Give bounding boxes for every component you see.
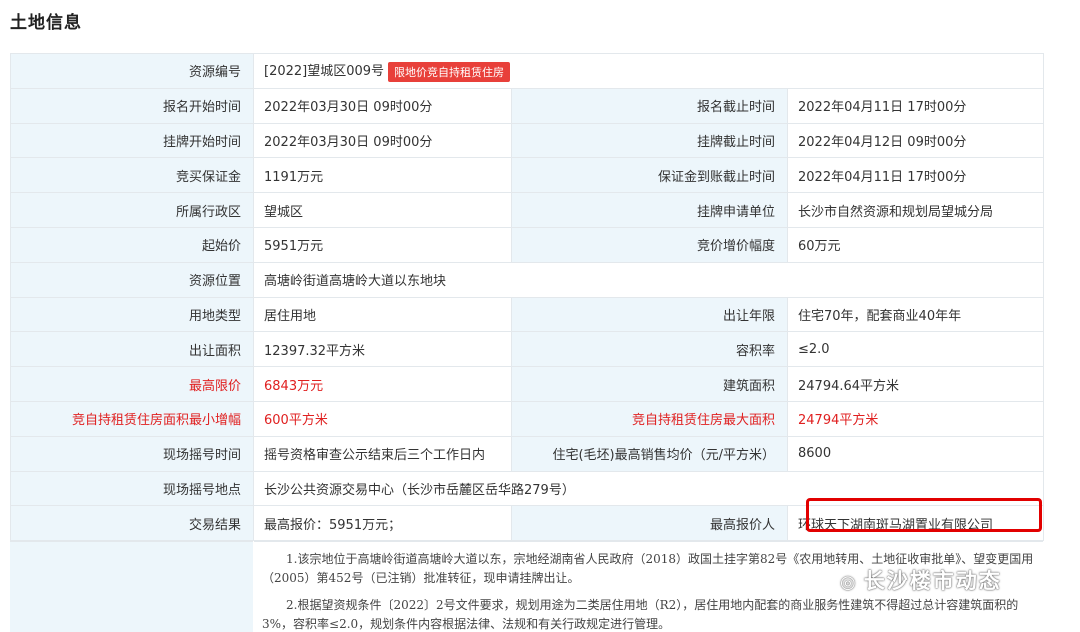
location-label: 资源位置: [10, 261, 254, 298]
field-label: 所属行政区: [10, 192, 254, 228]
table-row: 资源编号 [2022]望城区009号 限地价竞自持租赁住房: [10, 53, 1045, 89]
lottery-place-label: 现场摇号地点: [10, 470, 254, 507]
table-row: 现场摇号地点 长沙公共资源交易中心（长沙市岳麓区岳华路279号）: [10, 470, 1045, 507]
winner-label: 最高报价人: [511, 505, 788, 542]
field-label: 竞买保证金: [10, 157, 254, 194]
rental-min-increment-value: 600平方米: [253, 400, 512, 437]
result-value: 最高报价：5951万元；: [253, 505, 512, 542]
land-type-badge: 限地价竞自持租赁住房: [388, 61, 511, 82]
rental-max-area-label: 竞自持租赁住房最大面积: [511, 400, 788, 437]
field-value: 24794.64平方米: [786, 366, 1045, 402]
field-label: 保证金到账截止时间: [511, 157, 788, 194]
watermark-text: 长沙楼市动态: [863, 569, 1002, 593]
field-value: 5951万元: [253, 226, 512, 263]
resource-id-label: 资源编号: [10, 53, 254, 89]
field-label: 挂牌申请单位: [511, 192, 788, 228]
field-value: 12397.32平方米: [253, 331, 512, 368]
result-label: 交易结果: [10, 505, 254, 542]
field-label: 现场摇号时间: [10, 435, 254, 472]
field-value: 8600: [786, 435, 1045, 472]
field-value: 2022年03月30日 09时00分: [253, 87, 512, 124]
max-price-value: 6843万元: [253, 366, 512, 402]
land-info-table: 资源编号 [2022]望城区009号 限地价竞自持租赁住房 报名开始时间 2022…: [10, 53, 1045, 542]
field-label: 建筑面积: [511, 366, 788, 402]
winner-value: 环球天下湖南斑马湖置业有限公司: [786, 505, 1045, 542]
page-title: 土地信息: [10, 13, 82, 33]
field-label: 出让面积: [10, 331, 254, 368]
table-row: 竞买保证金 1191万元 保证金到账截止时间 2022年04月11日 17时00…: [10, 157, 1045, 194]
field-label: 起始价: [10, 226, 254, 263]
field-label: 住宅(毛坯)最高销售均价（元/平方米）: [511, 435, 788, 472]
field-label: 竞价增价幅度: [511, 226, 788, 263]
rental-max-area-value: 24794平方米: [786, 400, 1045, 437]
table-row: 最高限价 6843万元 建筑面积 24794.64平方米: [10, 366, 1045, 402]
table-row: 挂牌开始时间 2022年03月30日 09时00分 挂牌截止时间 2022年04…: [10, 122, 1045, 159]
lottery-place-value: 长沙公共资源交易中心（长沙市岳麓区岳华路279号）: [252, 470, 1045, 507]
field-value: 摇号资格审查公示结束后三个工作日内: [253, 435, 512, 472]
field-value: 2022年04月11日 17时00分: [786, 87, 1045, 124]
field-value: 居住用地: [253, 296, 512, 333]
field-label: 报名截止时间: [511, 87, 788, 124]
watermark: ◎ 长沙楼市动态: [840, 565, 1002, 595]
field-value: 1191万元: [253, 157, 512, 194]
field-value: 60万元: [786, 226, 1045, 263]
max-price-label: 最高限价: [10, 366, 254, 402]
field-value: 2022年04月12日 09时00分: [786, 122, 1045, 159]
table-row: 起始价 5951万元 竞价增价幅度 60万元: [10, 226, 1045, 263]
field-label: 容积率: [511, 331, 788, 368]
note-paragraph: 2.根据望资规条件〔2022〕2号文件要求，规划用途为二类居住用地（R2），居住…: [262, 598, 1019, 631]
wechat-icon: ◎: [840, 572, 858, 593]
field-value: 望城区: [253, 192, 512, 228]
table-row: 报名开始时间 2022年03月30日 09时00分 报名截止时间 2022年04…: [10, 87, 1045, 124]
field-label: 用地类型: [10, 296, 254, 333]
location-value: 高塘岭街道高塘岭大道以东地块: [252, 261, 1045, 298]
table-row: 资源位置 高塘岭街道高塘岭大道以东地块: [10, 261, 1045, 298]
notes-label-cell: [10, 541, 253, 632]
table-row: 所属行政区 望城区 挂牌申请单位 长沙市自然资源和规划局望城分局: [10, 192, 1045, 228]
field-label: 出让年限: [511, 296, 788, 333]
table-row: 用地类型 居住用地 出让年限 住宅70年，配套商业40年年: [10, 296, 1045, 333]
field-label: 挂牌截止时间: [511, 122, 788, 159]
field-value: 2022年03月30日 09时00分: [253, 122, 512, 159]
field-label: 报名开始时间: [10, 87, 254, 124]
table-row: 竞自持租赁住房面积最小增幅 600平方米 竞自持租赁住房最大面积 24794平方…: [10, 400, 1045, 437]
table-row: 交易结果 最高报价：5951万元； 最高报价人 环球天下湖南斑马湖置业有限公司: [10, 505, 1045, 542]
resource-id-value: [2022]望城区009号: [264, 64, 385, 80]
table-row: 现场摇号时间 摇号资格审查公示结束后三个工作日内 住宅(毛坯)最高销售均价（元/…: [10, 435, 1045, 472]
table-row: 出让面积 12397.32平方米 容积率 ≤2.0: [10, 331, 1045, 368]
resource-id-cell: [2022]望城区009号 限地价竞自持租赁住房: [252, 53, 1045, 89]
field-value: 长沙市自然资源和规划局望城分局: [786, 192, 1045, 228]
field-label: 挂牌开始时间: [10, 122, 254, 159]
field-value: 住宅70年，配套商业40年年: [786, 296, 1045, 333]
field-value: 2022年04月11日 17时00分: [786, 157, 1045, 194]
rental-min-increment-label: 竞自持租赁住房面积最小增幅: [10, 400, 254, 437]
field-value: ≤2.0: [786, 331, 1045, 368]
